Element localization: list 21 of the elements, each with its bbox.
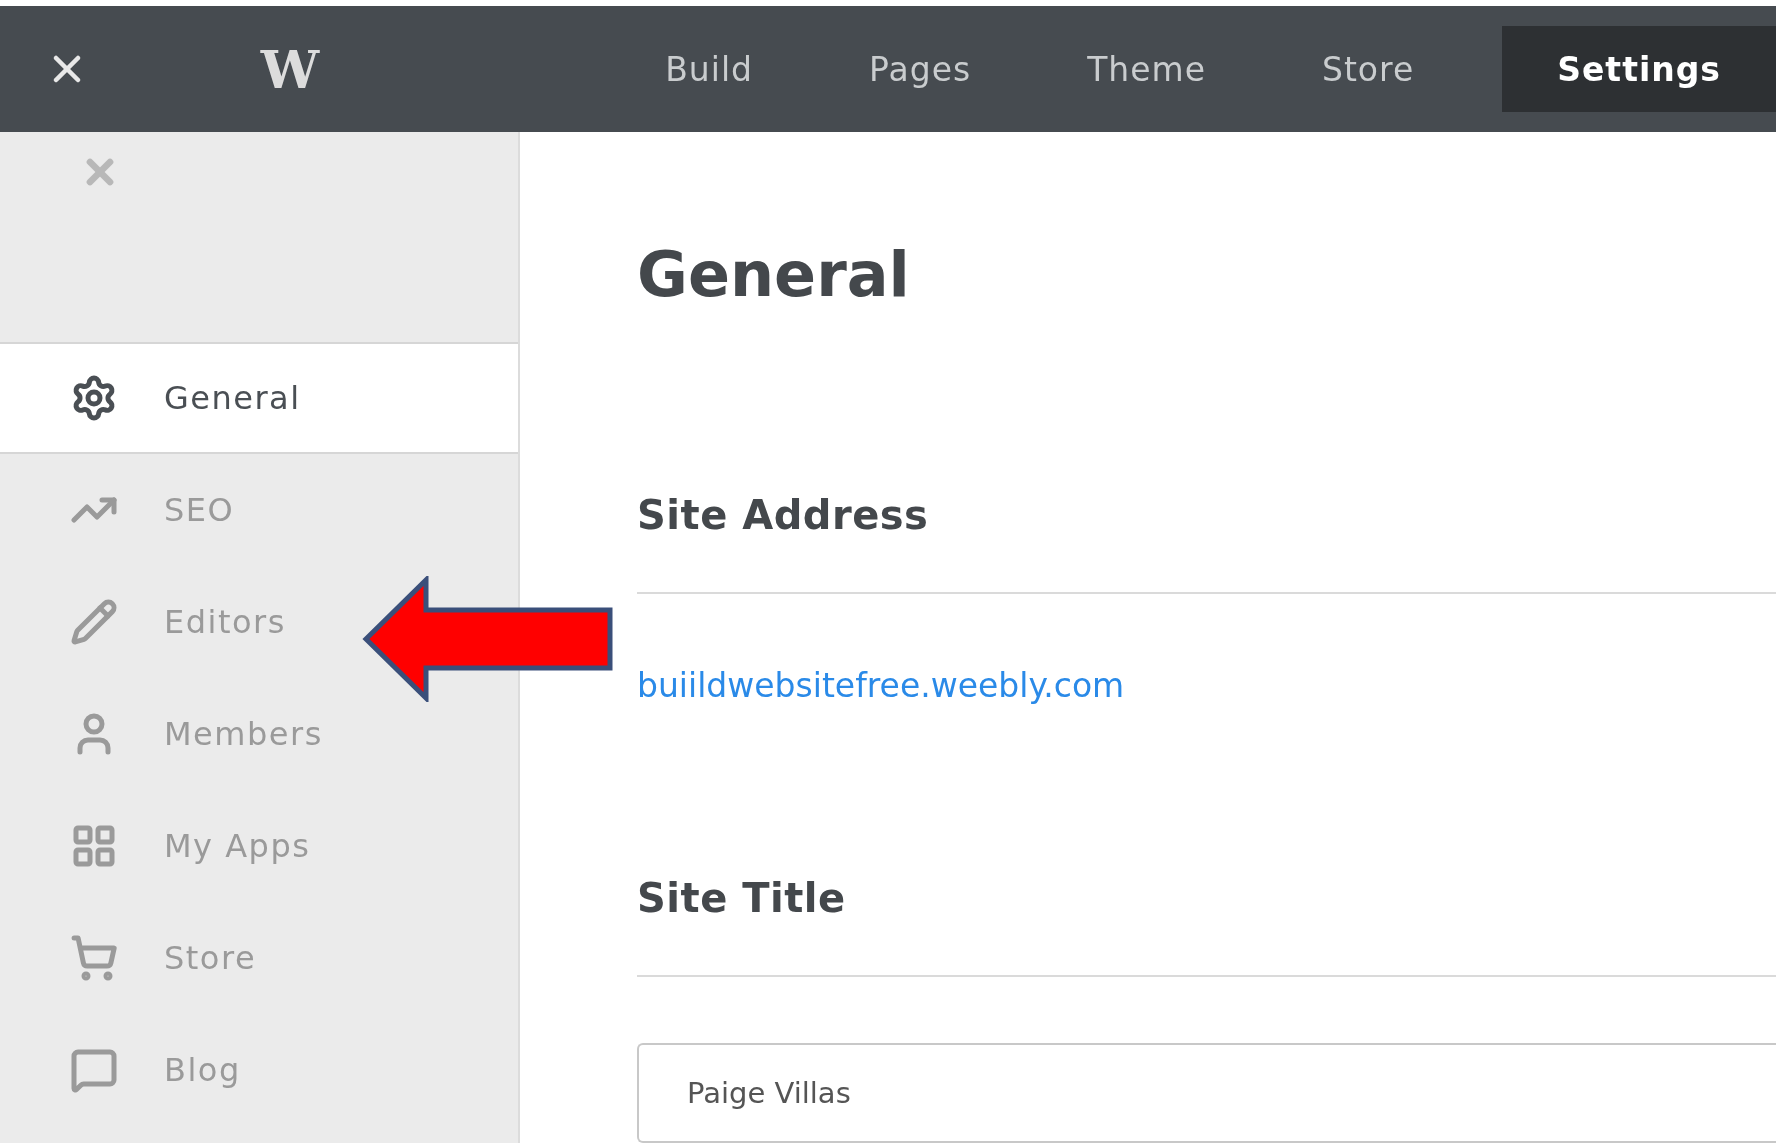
nav-tab[interactable]: Pages	[811, 26, 1030, 112]
sidebar-item-label: My Apps	[164, 827, 311, 865]
sidebar-item-label: SEO	[164, 491, 235, 529]
section-heading: Site Address	[637, 492, 930, 539]
logo[interactable]: W	[200, 6, 380, 132]
nav-tab[interactable]: Store	[1264, 26, 1473, 112]
sidebar-item-label: Editors	[164, 603, 286, 641]
cart-icon	[70, 934, 118, 982]
sidebar-item-label: Members	[164, 715, 323, 753]
section-heading: Site Title	[637, 875, 847, 922]
nav-tab[interactable]: Theme	[1029, 26, 1264, 112]
site-address-link[interactable]: buiildwebsitefree.weebly.com	[637, 666, 1125, 706]
sidebar-item[interactable]: General	[0, 342, 518, 454]
input-field[interactable]: Paige Villas	[637, 1043, 1776, 1143]
sidebar-item-label: Store	[164, 939, 257, 977]
page-title: General	[637, 238, 911, 313]
sidebar-item-label: Blog	[164, 1051, 241, 1089]
sidebar-item-label: General	[164, 379, 301, 417]
nav-tab[interactable]: Build	[607, 26, 812, 112]
pencil-icon	[70, 598, 118, 646]
nav-tab[interactable]: Settings	[1502, 26, 1776, 112]
